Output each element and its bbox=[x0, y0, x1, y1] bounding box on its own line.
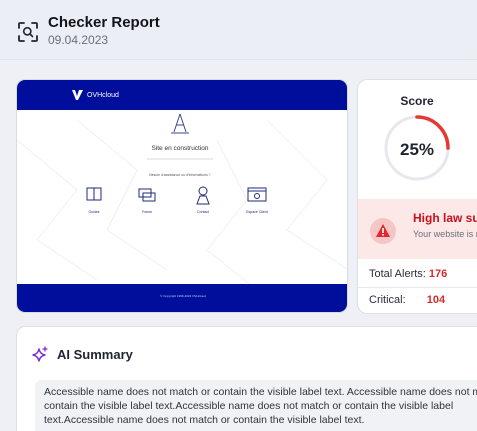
stat-value: 176 bbox=[428, 268, 448, 280]
stat-label: Total Alerts: bbox=[369, 268, 426, 280]
stat-label: Critical: bbox=[369, 294, 406, 306]
stat-value: 104 bbox=[426, 294, 446, 306]
report-date: 09.04.2023 bbox=[48, 33, 109, 47]
summary-title: AI Summary bbox=[57, 347, 133, 362]
website-preview: OVHcloud Site en construction Besoin d'a… bbox=[16, 79, 348, 313]
stat-divider bbox=[358, 287, 477, 288]
preview-link-espace-client: Espace Client bbox=[246, 210, 268, 214]
preview-heading: Site en construction bbox=[151, 145, 208, 152]
preview-subheading: Besoin d'assistance ou d'informations ? bbox=[149, 173, 210, 177]
stat-critical: Critical: 104 bbox=[369, 294, 445, 306]
summary-box: Accessible name does not match or contai… bbox=[35, 380, 477, 431]
score-label: Score bbox=[400, 94, 434, 108]
score-card: Score 25% High law suit risk Your websit… bbox=[357, 79, 477, 314]
risk-title: High law suit risk bbox=[413, 211, 477, 225]
preview-link-contact: Contact bbox=[197, 210, 209, 214]
stat-total-alerts: Total Alerts: 176 bbox=[369, 268, 447, 280]
preview-topbar bbox=[17, 80, 347, 110]
preview-footer: © Copyright 1999-2024 OVHcloud bbox=[160, 294, 206, 298]
preview-link-forum: Forum bbox=[142, 210, 152, 214]
warning-icon bbox=[370, 218, 396, 244]
page-title: Checker Report bbox=[48, 14, 160, 31]
preview-footer-bar bbox=[17, 284, 347, 312]
score-value: 25% bbox=[399, 140, 435, 159]
risk-subtitle: Your website is not compliant bbox=[413, 229, 477, 239]
report-header: Checker Report 09.04.2023 bbox=[0, 0, 477, 60]
risk-banner: High law suit risk Your website is not c… bbox=[358, 199, 477, 259]
sparkle-icon bbox=[32, 346, 48, 362]
summary-text: Accessible name does not match or contai… bbox=[44, 386, 477, 426]
ai-summary-card: AI Summary Accessible name does not matc… bbox=[16, 326, 477, 431]
preview-image: OVHcloud Site en construction Besoin d'a… bbox=[17, 80, 347, 312]
preview-brand: OVHcloud bbox=[87, 92, 119, 99]
preview-link-guides: Guides bbox=[88, 210, 99, 214]
scan-icon bbox=[18, 22, 38, 42]
